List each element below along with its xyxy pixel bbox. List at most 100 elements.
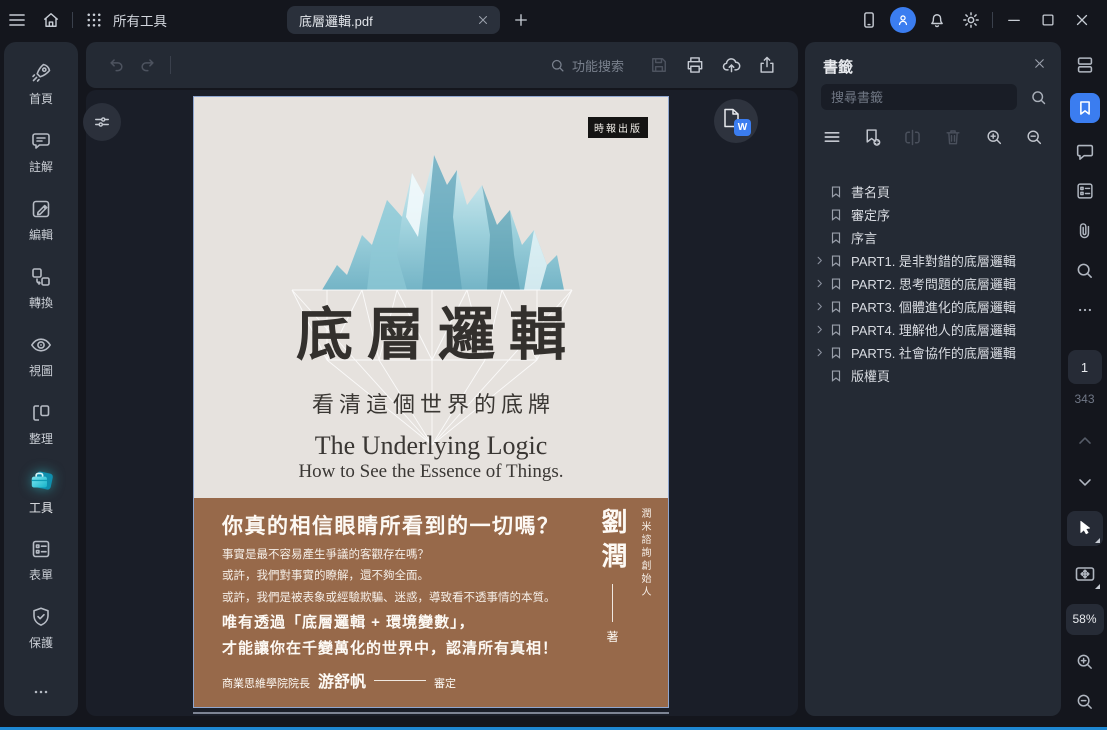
book-title-english: The Underlying Logic — [314, 431, 548, 460]
bookmark-icon — [828, 300, 844, 314]
bookmark-icon — [828, 185, 844, 199]
zoom-in-icon — [984, 127, 1004, 147]
previous-page-button[interactable] — [1070, 426, 1100, 455]
bookmarks-close-icon[interactable] — [1032, 56, 1047, 71]
sidebar-more-button[interactable] — [31, 682, 51, 702]
sidebar-item-home[interactable]: 首頁 — [9, 52, 73, 116]
undo-button[interactable] — [102, 50, 132, 80]
comments-tab-button[interactable] — [1070, 137, 1100, 166]
chevron-right-icon[interactable] — [812, 301, 826, 312]
function-search-label: 功能搜索 — [571, 58, 624, 74]
print-button[interactable] — [680, 50, 710, 80]
sidebar-item-protect[interactable]: 保護 — [9, 596, 73, 660]
book-subtitle-english: How to See the Essence of Things. — [298, 461, 564, 482]
expand-all-button[interactable] — [819, 124, 845, 150]
author-role: 潤米諮詢創始人 — [639, 508, 650, 599]
page-thumbnails-button[interactable] — [1070, 50, 1100, 79]
sidebar-item-tools[interactable]: 工具 — [9, 460, 73, 524]
pdf-page[interactable]: 時報出版 底層邏輯 看清這個世界的底牌 The Underlying Logic — [193, 96, 669, 708]
redo-button[interactable] — [132, 50, 162, 80]
bookmark-icon — [828, 231, 844, 245]
bookmarks-zoom-out-button[interactable] — [1021, 124, 1047, 150]
rail-more-button[interactable] — [1070, 295, 1100, 324]
hand-pan-tool-button[interactable] — [1067, 556, 1103, 591]
zoom-out-button[interactable] — [1070, 687, 1100, 716]
bookmark-item[interactable]: PART3. 個體進化的底層邏輯 — [805, 295, 1061, 318]
sidebar-item-forms[interactable]: 表單 — [9, 528, 73, 592]
document-tab[interactable]: 底層邏輯.pdf — [287, 6, 500, 34]
search-icon — [1074, 260, 1095, 281]
bookmark-item[interactable]: PART1. 是非對錯的底層邏輯 — [805, 249, 1061, 272]
zoom-level-button[interactable]: 58% — [1065, 603, 1104, 636]
word-badge-icon: W — [734, 119, 751, 136]
chevron-right-icon[interactable] — [812, 324, 826, 335]
sidebar-item-view[interactable]: 視圖 — [9, 324, 73, 388]
tab-close-icon[interactable] — [476, 13, 490, 27]
printer-icon — [685, 55, 705, 75]
list-icon — [822, 127, 842, 147]
cover-headline: 你真的相信眼睛所看到的一切嗎？ — [222, 515, 560, 538]
tools-briefcase-icon — [28, 468, 54, 494]
select-tool-button[interactable] — [1066, 510, 1103, 547]
cover-emphasis-text: 唯有透過「底層邏輯 + 環境變數」， 才能讓你在千變萬化的世界中，認清所有真相！ — [222, 610, 558, 663]
all-tools-label[interactable]: 所有工具 — [113, 10, 167, 30]
bookmarks-tab-button[interactable] — [1069, 93, 1100, 123]
all-tools-button[interactable] — [77, 4, 111, 36]
search-document-button[interactable] — [1070, 255, 1100, 284]
author-tag: 著 — [606, 630, 619, 644]
convert-to-word-fab[interactable]: W — [714, 99, 758, 143]
minimize-button[interactable] — [997, 4, 1031, 36]
fields-tab-button[interactable] — [1070, 176, 1100, 205]
bookmarks-zoom-in-button[interactable] — [981, 124, 1007, 150]
mobile-device-button[interactable] — [852, 4, 886, 36]
cloud-upload-button[interactable] — [716, 50, 746, 80]
sidebar-label-forms: 表單 — [28, 568, 53, 582]
current-page-input[interactable]: 1 — [1067, 350, 1102, 384]
sidebar-item-edit[interactable]: 編輯 — [9, 188, 73, 252]
bookmark-item[interactable]: 審定序 — [805, 203, 1061, 226]
share-button[interactable] — [752, 50, 782, 80]
rocket-icon — [29, 61, 53, 85]
chevron-right-icon[interactable] — [812, 278, 826, 289]
sliders-icon — [92, 112, 112, 132]
convert-icon — [29, 265, 53, 289]
home-button[interactable] — [34, 4, 68, 36]
chevron-right-icon[interactable] — [812, 347, 826, 358]
bookmark-item[interactable]: 序言 — [805, 226, 1061, 249]
attachments-tab-button[interactable] — [1070, 216, 1100, 245]
main-menu-button[interactable] — [0, 4, 34, 36]
view-settings-fab[interactable] — [83, 103, 121, 141]
bookmarks-search-input[interactable] — [821, 84, 1017, 110]
add-bookmark-button[interactable] — [859, 124, 885, 150]
save-button[interactable] — [644, 50, 674, 80]
bookmark-item[interactable]: PART5. 社會協作的底層邏輯 — [805, 341, 1061, 364]
sidebar-item-annotate[interactable]: 註解 — [9, 120, 73, 184]
function-search[interactable]: 功能搜索 — [549, 56, 624, 75]
bookmark-item[interactable]: 版權頁 — [805, 364, 1061, 387]
bookmark-item[interactable]: PART2. 思考問題的底層邏輯 — [805, 272, 1061, 295]
top-bar: 所有工具 底層邏輯.pdf — [0, 0, 1107, 40]
new-tab-button[interactable] — [508, 8, 534, 32]
zoom-in-button[interactable] — [1070, 647, 1100, 676]
sidebar-item-organize[interactable]: 整理 — [9, 392, 73, 456]
next-page-button[interactable] — [1070, 467, 1100, 496]
document-viewport[interactable]: 時報出版 底層邏輯 看清這個世界的底牌 The Underlying Logic — [86, 90, 798, 716]
bookmark-item[interactable]: 書名頁 — [805, 180, 1061, 203]
chevron-right-icon[interactable] — [812, 255, 826, 266]
maximize-button[interactable] — [1031, 4, 1065, 36]
reviewer-tag: 審定 — [434, 678, 457, 690]
bookmark-item[interactable]: PART4. 理解他人的底層邏輯 — [805, 318, 1061, 341]
form-fields-icon — [1074, 180, 1096, 202]
sidebar-label-organize: 整理 — [28, 432, 53, 446]
close-window-button[interactable] — [1065, 4, 1099, 36]
document-toolbar: 功能搜索 — [86, 42, 798, 88]
delete-bookmark-button[interactable] — [940, 124, 966, 150]
reviewer-dash — [374, 679, 427, 681]
rename-bookmark-button[interactable] — [900, 124, 926, 150]
notifications-button[interactable] — [920, 4, 954, 36]
sidebar-item-convert[interactable]: 轉換 — [9, 256, 73, 320]
settings-button[interactable] — [954, 4, 988, 36]
tablet-icon — [859, 10, 879, 30]
user-avatar[interactable] — [890, 7, 916, 33]
bookmarks-search-icon[interactable] — [1029, 88, 1048, 107]
